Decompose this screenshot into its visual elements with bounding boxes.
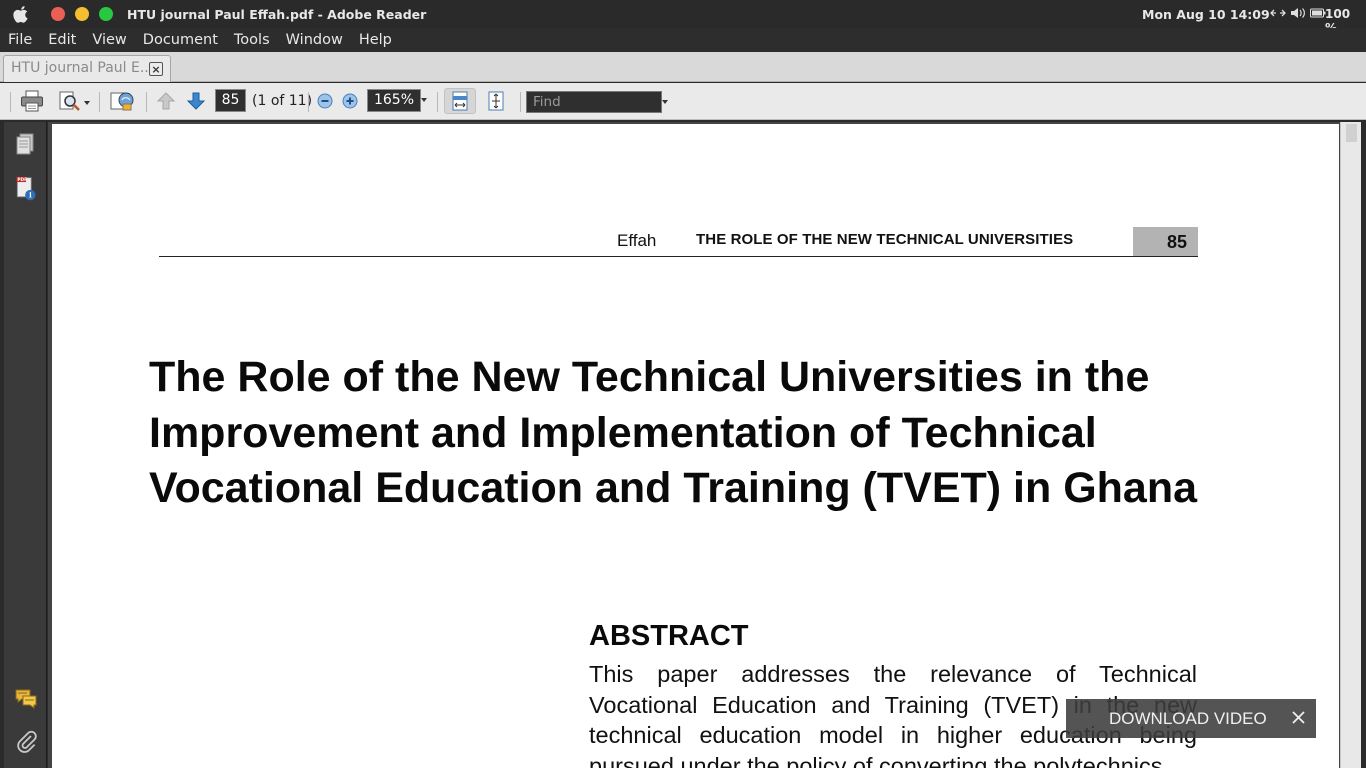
menu-bar: File Edit View Document Tools Window Hel…	[0, 28, 1366, 52]
menu-view[interactable]: View	[92, 32, 126, 48]
pdf-page: Effah THE ROLE OF THE NEW TECHNICAL UNIV…	[52, 124, 1339, 768]
find-input[interactable]: Find	[526, 91, 662, 113]
svg-text:i: i	[29, 191, 32, 200]
zoom-out-button[interactable]	[314, 88, 336, 114]
fit-page-icon	[488, 91, 504, 111]
menu-edit[interactable]: Edit	[48, 32, 76, 48]
running-header-page-number: 85	[1133, 227, 1198, 257]
toolbar-separator	[146, 92, 147, 112]
attachments-icon[interactable]	[14, 728, 38, 754]
fit-width-icon	[452, 91, 468, 111]
page-count-label: (1 of 11)	[252, 93, 313, 109]
document-search-icon	[59, 91, 80, 111]
document-tab-strip: HTU journal Paul E... ×	[0, 52, 1366, 82]
network-icon[interactable]	[1270, 7, 1286, 19]
zoom-level-input[interactable]: 165%	[367, 89, 421, 112]
toolbar-separator	[520, 92, 521, 112]
fit-width-button[interactable]	[444, 88, 476, 114]
document-viewer[interactable]: Effah THE ROLE OF THE NEW TECHNICAL UNIV…	[48, 122, 1348, 768]
search-document-button[interactable]	[55, 88, 85, 114]
previous-page-button[interactable]	[153, 88, 179, 114]
menu-window[interactable]: Window	[286, 32, 343, 48]
tab-label: HTU journal Paul E...	[11, 60, 154, 76]
vertical-scrollbar[interactable]	[1340, 122, 1361, 768]
volume-icon[interactable]	[1290, 7, 1306, 19]
arrow-up-icon	[156, 92, 176, 110]
toolbar-separator	[99, 92, 100, 112]
toolbar-separator	[437, 92, 438, 112]
document-tab[interactable]: HTU journal Paul E... ×	[3, 55, 171, 82]
window-title: HTU journal Paul Effah.pdf - Adobe Reade…	[127, 7, 427, 22]
zoom-in-icon	[342, 93, 358, 109]
menu-file[interactable]: File	[8, 32, 32, 48]
zoom-out-icon	[317, 93, 333, 109]
svg-text:PDF: PDF	[17, 177, 27, 183]
menu-document[interactable]: Document	[143, 32, 218, 48]
header-rule	[159, 256, 1198, 257]
article-title: The Role of the New Technical Universiti…	[149, 353, 1197, 512]
print-button[interactable]	[18, 88, 46, 114]
find-dropdown-arrow[interactable]	[662, 100, 668, 104]
clock[interactable]: Mon Aug 10 14:09	[1142, 7, 1270, 22]
menu-tools[interactable]: Tools	[234, 32, 270, 48]
abstract-heading: ABSTRACT	[589, 620, 749, 652]
arrow-down-icon	[186, 92, 206, 110]
window-maximize-button[interactable]	[99, 7, 113, 21]
printer-icon	[21, 90, 43, 112]
collaborate-button[interactable]	[107, 88, 137, 114]
pages-icon[interactable]	[14, 132, 38, 158]
toolbar: 85 (1 of 11) 165% Find	[0, 83, 1366, 120]
scrollbar-thumb[interactable]	[1346, 124, 1357, 142]
running-header-title: THE ROLE OF THE NEW TECHNICAL UNIVERSITI…	[696, 231, 1074, 248]
collaborate-icon	[110, 92, 134, 111]
page-number-input[interactable]: 85	[215, 89, 246, 112]
search-dropdown-arrow[interactable]	[84, 101, 90, 105]
document-properties-icon[interactable]: PDF i	[14, 176, 38, 202]
download-video-overlay[interactable]: DOWNLOAD VIDEO	[1066, 699, 1316, 738]
comments-icon[interactable]	[14, 686, 38, 712]
status-icons	[1270, 7, 1326, 19]
menu-help[interactable]: Help	[359, 32, 392, 48]
tab-close-button[interactable]: ×	[149, 62, 163, 76]
toolbar-grip	[10, 92, 11, 112]
close-icon[interactable]	[1290, 709, 1307, 726]
download-video-label[interactable]: DOWNLOAD VIDEO	[1109, 709, 1267, 729]
battery-icon[interactable]	[1310, 7, 1326, 19]
zoom-dropdown-arrow[interactable]	[421, 98, 427, 102]
next-page-button[interactable]	[183, 88, 209, 114]
navigation-pane: PDF i	[4, 122, 47, 768]
toolbar-separator	[308, 92, 309, 112]
fit-page-button[interactable]	[482, 88, 510, 114]
zoom-in-button[interactable]	[339, 88, 361, 114]
apple-icon[interactable]	[13, 5, 30, 23]
running-header-author: Effah	[617, 231, 657, 250]
window-minimize-button[interactable]	[75, 7, 89, 21]
system-top-bar: HTU journal Paul Effah.pdf - Adobe Reade…	[0, 0, 1366, 35]
window-close-button[interactable]	[51, 7, 65, 21]
